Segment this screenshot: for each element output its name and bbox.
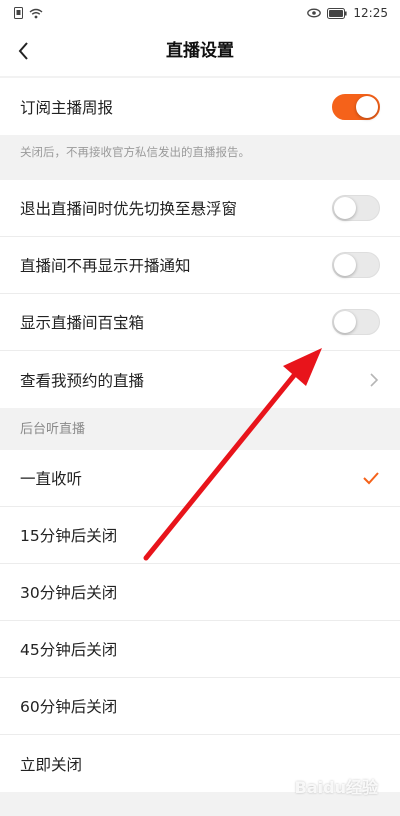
eye-icon (307, 8, 322, 18)
watermark: Baidu经验 (294, 778, 378, 797)
status-time: 12:25 (353, 6, 388, 20)
status-bar: 12:25 (0, 0, 400, 26)
listen-option-60min[interactable]: 60分钟后关闭 (0, 678, 400, 735)
toggle-knob (334, 254, 356, 276)
chevron-left-icon (18, 42, 28, 60)
back-button[interactable] (10, 36, 40, 66)
option-label: 60分钟后关闭 (20, 698, 118, 716)
toggle-knob (334, 197, 356, 219)
background-listen-header: 后台听直播 (20, 422, 86, 437)
setting-row-floating-window: 退出直播间时优先切换至悬浮窗 (0, 180, 400, 237)
chevron-right-icon (370, 372, 379, 387)
option-label: 45分钟后关闭 (20, 641, 118, 659)
battery-icon (327, 7, 348, 19)
listen-option-always[interactable]: 一直收听 (0, 450, 400, 507)
setting-label: 显示直播间百宝箱 (20, 314, 145, 332)
reservations-row[interactable]: 查看我预约的直播 (0, 351, 400, 408)
background-listen-section: 一直收听 15分钟后关闭 30分钟后关闭 45分钟后关闭 60分钟后关闭 立即关… (0, 450, 400, 792)
option-label: 立即关闭 (20, 755, 83, 774)
setting-row-live-notice: 直播间不再显示开播通知 (0, 237, 400, 294)
checkmark-icon (363, 472, 379, 485)
reservations-label: 查看我预约的直播 (20, 371, 145, 390)
subscribe-hint: 关闭后，不再接收官方私信发出的直播报告。 (20, 145, 250, 159)
option-label: 一直收听 (20, 470, 83, 488)
toggle-knob (356, 95, 378, 118)
subscribe-section: 订阅主播周报 (0, 78, 400, 135)
listen-option-15min[interactable]: 15分钟后关闭 (0, 507, 400, 564)
setting-label: 退出直播间时优先切换至悬浮窗 (20, 200, 238, 218)
listen-option-45min[interactable]: 45分钟后关闭 (0, 621, 400, 678)
option-label: 15分钟后关闭 (20, 527, 118, 545)
nav-bar: 直播设置 (0, 26, 400, 76)
subscribe-row: 订阅主播周报 (0, 78, 400, 135)
live-notice-toggle[interactable] (332, 252, 380, 278)
option-label: 30分钟后关闭 (20, 584, 118, 602)
subscribe-toggle[interactable] (332, 93, 380, 120)
page-title: 直播设置 (166, 41, 234, 61)
treasure-box-toggle[interactable] (332, 309, 380, 335)
subscribe-label: 订阅主播周报 (20, 98, 114, 117)
setting-row-treasure-box: 显示直播间百宝箱 (0, 294, 400, 351)
setting-label: 直播间不再显示开播通知 (20, 257, 191, 275)
wifi-icon (29, 8, 43, 18)
floating-window-toggle[interactable] (332, 195, 380, 221)
listen-option-30min[interactable]: 30分钟后关闭 (0, 564, 400, 621)
sim-icon (14, 7, 23, 19)
toggle-knob (334, 311, 356, 333)
settings-section: 退出直播间时优先切换至悬浮窗 直播间不再显示开播通知 显示直播间百宝箱 查看我预… (0, 180, 400, 408)
